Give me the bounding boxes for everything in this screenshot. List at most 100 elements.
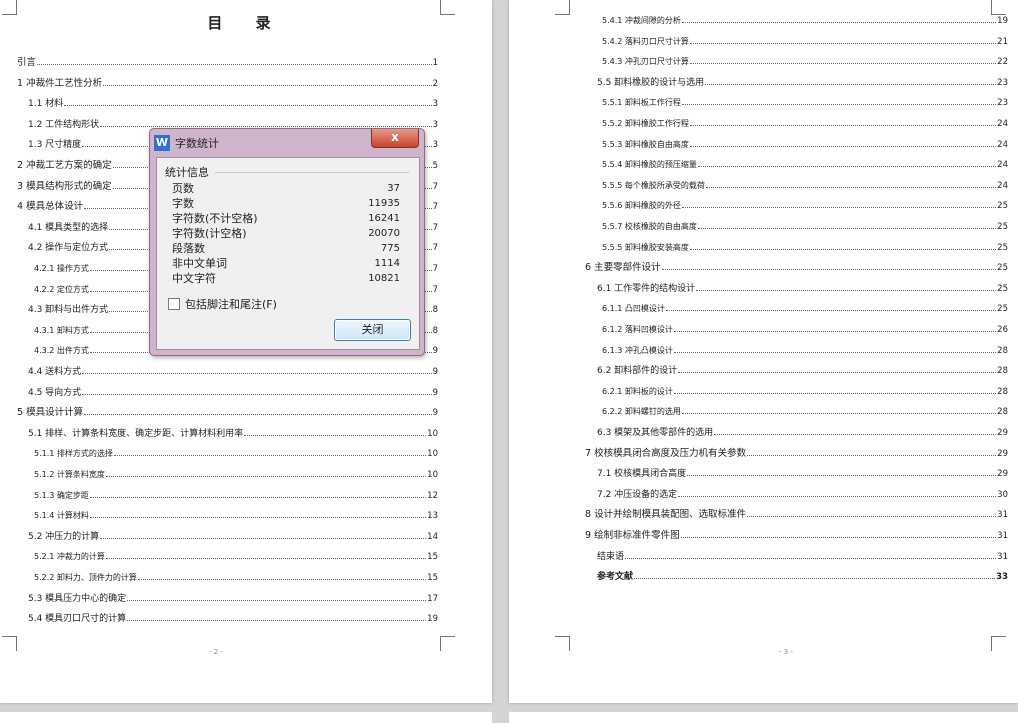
toc-entry-page: 15 <box>427 573 438 583</box>
toc-entry-text: 4.2.2 定位方式 <box>34 284 89 294</box>
stat-label: 页数 <box>172 182 194 195</box>
toc-entry[interactable]: 5 模具设计计算 9 <box>17 407 438 419</box>
toc-entry[interactable]: 9 绘制非标准件零件图 31 <box>585 530 1008 542</box>
toc-entry-page: 8 <box>432 305 438 316</box>
dot-leader <box>697 166 997 168</box>
dialog-titlebar[interactable]: W 字数统计 <box>154 134 219 152</box>
toc-entry[interactable]: 6.3 模架及其他零部件的选用 29 <box>597 427 1008 439</box>
toc-entry[interactable]: 5.2.1 冲裁力的计算 15 <box>34 551 438 563</box>
toc-entry-text: 4.2.1 操作方式 <box>34 264 89 273</box>
toc-entry[interactable]: 4.5 导向方式 9 <box>28 387 438 399</box>
toc-entry[interactable]: 5.4 模具刃口尺寸的计算 19 <box>28 613 438 625</box>
stat-value: 11935 <box>368 198 400 209</box>
toc-entry[interactable]: 6.2 卸料部件的设计 28 <box>597 365 1008 377</box>
toc-entry-text: 5.4 模具刃口尺寸的计算 <box>28 614 127 625</box>
toc-entry-page: 7 <box>432 202 438 213</box>
toc-entry[interactable]: 5.5.5 每个橡胶所承受的载荷 24 <box>602 180 1008 192</box>
toc-entry[interactable]: 6.1.1 凸凹模设计 25 <box>602 303 1008 315</box>
toc-entry-page: 28 <box>997 345 1008 356</box>
toc-entry[interactable]: 6 主要零部件设计 25 <box>585 262 1008 274</box>
toc-entry[interactable]: 8 设计并绘制模具装配图、选取标准件 31 <box>585 509 1008 521</box>
toc-entry[interactable]: 5.5.4 卸料橡胶的预压缩量 24 <box>602 159 1008 171</box>
toc-entry[interactable]: 5.1.4 计算材料 13 <box>34 510 438 522</box>
toc-entry[interactable]: 5.1 排样、计算条料宽度、确定步距、计算材料利用率 10 <box>28 428 438 440</box>
footnote-checkbox[interactable] <box>168 298 180 310</box>
toc-entry-text: 5.5.7 校核橡胶的自由高度 <box>602 222 697 231</box>
toc-entry-page: 7 <box>432 243 438 254</box>
toc-entry-text: 8 设计并绘制模具装配图、选取标准件 <box>585 509 747 521</box>
close-icon[interactable]: x <box>371 129 419 148</box>
dot-leader <box>103 84 432 86</box>
stat-value: 10821 <box>368 273 400 284</box>
toc-entry-page: 13 <box>427 511 438 522</box>
toc-entry-text: 引言 <box>17 57 37 68</box>
dot-leader <box>127 599 427 601</box>
toc-entry-page: 7 <box>432 222 438 233</box>
toc-entry[interactable]: 5.1.3 确定步距 12 <box>34 490 438 502</box>
toc-entry-text: 3 模具结构形式的确定 <box>17 180 112 192</box>
toc-entry-page: 31 <box>997 531 1008 541</box>
toc-entry-page: 9 <box>432 408 438 419</box>
toc-entry-page: 7 <box>432 181 438 192</box>
toc-entry[interactable]: 5.5 卸料橡胶的设计与选用 23 <box>597 77 1008 89</box>
toc-entry-text: 5.1.3 确定步距 <box>34 490 89 500</box>
toc-entry-text: 5.4.3 冲孔刃口尺寸计算 <box>602 57 689 67</box>
toc-entry[interactable]: 5.4.2 落料刃口尺寸计算 21 <box>602 36 1008 48</box>
toc-entry-text: 5.3 模具压力中心的确定 <box>28 593 127 604</box>
toc-entry[interactable]: 1 冲裁件工艺性分析 2 <box>17 78 438 90</box>
dot-leader <box>705 83 997 85</box>
dot-leader <box>747 516 997 518</box>
toc-entry[interactable]: 6.2.2 卸料螺钉的选用 28 <box>602 406 1008 418</box>
toc-entry[interactable]: 5.4.1 冲裁间隙的分析 19 <box>602 15 1008 27</box>
toc-entry[interactable]: 7.2 冲压设备的选定 30 <box>597 489 1008 501</box>
dot-leader <box>665 310 997 312</box>
toc-entry-text: 5.1 排样、计算条料宽度、确定步距、计算材料利用率 <box>28 428 244 439</box>
dot-leader <box>697 228 997 229</box>
close-button[interactable]: 关闭 <box>334 319 411 341</box>
toc-entry[interactable]: 6.2.1 卸料板的设计 28 <box>602 386 1008 398</box>
toc-entry-text: 参考文献 <box>597 572 634 583</box>
dot-leader <box>689 42 997 44</box>
document-page-right: 5.4.1 冲裁间隙的分析 19 5.4.2 落料刃口尺寸计算 21 5.4.3 冲孔刃… <box>509 0 1018 703</box>
toc-entry[interactable]: 6.1.2 落料凹模设计 26 <box>602 324 1008 336</box>
toc-entry[interactable]: 1.1 材料 3 <box>28 98 438 110</box>
toc-entry-page: 25 <box>997 222 1008 232</box>
crop-mark <box>991 636 1006 651</box>
toc-entry-text: 6.3 模架及其他零部件的选用 <box>597 428 714 438</box>
toc-entry-page: 24 <box>997 119 1008 129</box>
stat-label: 非中文单词 <box>172 257 227 270</box>
toc-entry[interactable]: 5.1.2 计算条料宽度 10 <box>34 469 438 481</box>
toc-entry[interactable]: 结束语 31 <box>597 551 1008 563</box>
footnote-checkbox-label[interactable]: 包括脚注和尾注(F) <box>185 296 277 312</box>
toc-entry[interactable]: 7 校核模具闭合高度及压力机有关参数 29 <box>585 448 1008 460</box>
dot-leader <box>689 145 997 147</box>
toc-entry[interactable]: 参考文献 33 <box>597 571 1008 583</box>
toc-entry[interactable]: 5.5.1 卸料板工作行程 23 <box>602 97 1008 109</box>
toc-entry[interactable]: 6.1.3 冲孔凸模设计 28 <box>602 345 1008 357</box>
toc-entry[interactable]: 4.4 送料方式 9 <box>28 366 438 378</box>
dot-leader <box>105 476 427 477</box>
toc-entry[interactable]: 5.5.2 卸料橡胶工作行程 24 <box>602 118 1008 130</box>
dot-leader <box>37 64 432 65</box>
toc-entry[interactable]: 5.5.5 卸料橡胶安装高度 25 <box>602 242 1008 254</box>
toc-entry-page: 10 <box>427 428 438 439</box>
toc-entry[interactable]: 引言 1 <box>17 57 438 69</box>
toc-entry[interactable]: 7.1 校核模具闭合高度 29 <box>597 468 1008 480</box>
toc-entry[interactable]: 6.1 工作零件的结构设计 25 <box>597 283 1008 295</box>
toc-entry[interactable]: 5.1.1 排样方式的选择 10 <box>34 448 438 460</box>
toc-entry[interactable]: 5.5.3 卸料橡胶自由高度 24 <box>602 139 1008 151</box>
toc-entry[interactable]: 5.5.7 校核橡胶的自由高度 25 <box>602 221 1008 233</box>
dot-leader <box>634 578 996 580</box>
footnote-option[interactable]: 包括脚注和尾注(F) <box>168 296 277 312</box>
toc-entry[interactable]: 5.2.2 卸料力、顶件力的计算 15 <box>34 572 438 584</box>
toc-entry-text: 4.3.1 卸料方式 <box>34 325 89 335</box>
toc-entry[interactable]: 5.4.3 冲孔刃口尺寸计算 22 <box>602 56 1008 68</box>
toc-entry-page: 10 <box>427 470 438 480</box>
toc-entry-text: 4.4 送料方式 <box>28 367 82 377</box>
toc-entry[interactable]: 5.2 冲压力的计算 14 <box>28 531 438 543</box>
toc-entry-text: 2 冲裁工艺方案的确定 <box>17 160 112 171</box>
toc-entry[interactable]: 5.5.6 卸料橡胶的外径 25 <box>602 200 1008 212</box>
toc-entry[interactable]: 5.3 模具压力中心的确定 17 <box>28 593 438 605</box>
toc-title: 目 录 <box>207 14 285 32</box>
toc-entry-text: 5.5.4 卸料橡胶的预压缩量 <box>602 160 697 170</box>
